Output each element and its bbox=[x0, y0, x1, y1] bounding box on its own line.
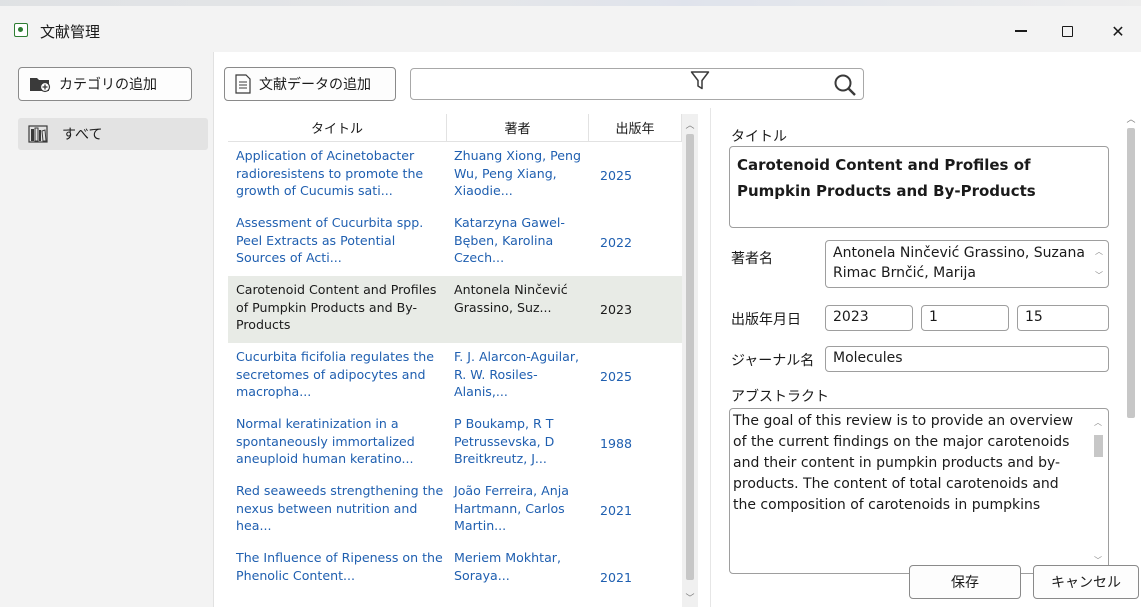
row-year: 2025 bbox=[600, 167, 633, 183]
scrollbar-thumb[interactable] bbox=[1094, 435, 1103, 457]
bookshelf-icon bbox=[28, 125, 48, 143]
author-label: 著者名 bbox=[731, 251, 773, 267]
row-title: Cucurbita ficifolia regulates the secret… bbox=[236, 349, 434, 399]
title-bar: 文献管理 ✕ bbox=[0, 0, 1141, 52]
column-header-year[interactable]: 出版年 bbox=[589, 114, 682, 141]
window-title: 文献管理 bbox=[40, 23, 101, 41]
add-document-button[interactable]: 文献データの追加 bbox=[224, 67, 396, 101]
author-field[interactable]: Antonela Ninčević Grassino, Suzana Rimac… bbox=[825, 240, 1109, 288]
scroll-up-icon[interactable]: ︿ bbox=[1092, 245, 1106, 259]
row-author: Meriem Mokhtar, Soraya... bbox=[454, 550, 561, 583]
save-button[interactable]: 保存 bbox=[909, 565, 1021, 599]
add-category-button[interactable]: カテゴリの追加 bbox=[18, 67, 192, 101]
document-list-pane: 文献データの追加 タイトル 著者 出版年 Application of Acin… bbox=[214, 52, 864, 607]
category-sidebar: カテゴリの追加 すべて bbox=[0, 52, 214, 607]
table-row[interactable]: Red seaweeds strengthening the nexus bet… bbox=[228, 477, 682, 544]
row-year: 2021 bbox=[600, 569, 633, 585]
table-scrollbar[interactable]: ︿ ﹀ bbox=[682, 114, 698, 607]
row-author: Antonela Ninčević Grassino, Suz... bbox=[454, 282, 568, 315]
year-field[interactable]: 2023 bbox=[825, 305, 913, 331]
document-add-icon bbox=[235, 74, 251, 94]
abstract-scrollbar[interactable]: ︿ ﹀ bbox=[1091, 413, 1105, 569]
detail-scrollbar[interactable]: ︿ ﹀ bbox=[1123, 110, 1139, 580]
folder-add-icon bbox=[29, 75, 51, 93]
row-title: Carotenoid Content and Profiles of Pumpk… bbox=[236, 282, 437, 332]
filter-icon[interactable] bbox=[690, 70, 710, 92]
maximize-icon bbox=[1061, 25, 1073, 37]
abstract-value: The goal of this review is to provide an… bbox=[733, 413, 1074, 513]
row-year: 2021 bbox=[600, 502, 633, 518]
table-row[interactable]: Normal keratinization in a spontaneously… bbox=[228, 410, 682, 477]
maximize-button[interactable] bbox=[1044, 14, 1090, 48]
row-author: Katarzyna Gawel-Bęben, Karolina Czech... bbox=[454, 215, 565, 265]
row-title: Normal keratinization in a spontaneously… bbox=[236, 416, 415, 466]
title-field[interactable]: Carotenoid Content and Profiles of Pumpk… bbox=[729, 146, 1109, 228]
date-label: 出版年月日 bbox=[731, 312, 801, 328]
column-header-title[interactable]: タイトル bbox=[228, 114, 447, 141]
table-row-selected[interactable]: Carotenoid Content and Profiles of Pumpk… bbox=[228, 276, 682, 343]
journal-field[interactable]: Molecules bbox=[825, 346, 1109, 372]
row-author: P Boukamp, R T Petrussevska, D Breitkreu… bbox=[454, 416, 555, 466]
table-row[interactable]: Application of Acinetobacter radioresist… bbox=[228, 142, 682, 209]
add-category-label: カテゴリの追加 bbox=[59, 77, 157, 93]
row-year: 2022 bbox=[600, 234, 633, 250]
minimize-button[interactable] bbox=[998, 14, 1044, 48]
add-document-label: 文献データの追加 bbox=[259, 77, 371, 93]
abstract-field[interactable]: The goal of this review is to provide an… bbox=[729, 408, 1109, 574]
author-scrollbar[interactable]: ︿ ﹀ bbox=[1092, 243, 1106, 285]
row-author: João Ferreira, Anja Hartmann, Carlos Mar… bbox=[454, 483, 569, 533]
scroll-down-icon[interactable]: ﹀ bbox=[1092, 269, 1106, 283]
table-header: タイトル 著者 出版年 bbox=[228, 114, 682, 142]
scroll-up-icon[interactable]: ︿ bbox=[1091, 415, 1105, 429]
cancel-button[interactable]: キャンセル bbox=[1033, 565, 1139, 599]
close-icon: ✕ bbox=[1111, 21, 1125, 41]
row-year: 2023 bbox=[600, 301, 633, 317]
title-label: タイトル bbox=[731, 129, 787, 145]
column-header-author[interactable]: 著者 bbox=[447, 114, 589, 141]
category-label: すべて bbox=[62, 127, 103, 143]
day-field[interactable]: 15 bbox=[1017, 305, 1109, 331]
background-strip bbox=[0, 0, 1141, 6]
journal-label: ジャーナル名 bbox=[731, 353, 815, 369]
app-icon bbox=[14, 23, 28, 37]
scrollbar-thumb[interactable] bbox=[1127, 128, 1135, 418]
author-value: Antonela Ninčević Grassino, Suzana Rimac… bbox=[833, 245, 1085, 281]
table-row[interactable]: Assessment of Cucurbita spp. Peel Extrac… bbox=[228, 209, 682, 276]
scrollbar-thumb[interactable] bbox=[686, 134, 694, 580]
month-field[interactable]: 1 bbox=[921, 305, 1009, 331]
scroll-up-icon[interactable]: ︿ bbox=[682, 116, 698, 132]
row-author: Zhuang Xiong, Peng Wu, Peng Xiang, Xiaod… bbox=[454, 148, 581, 198]
document-table: タイトル 著者 出版年 Application of Acinetobacter… bbox=[228, 114, 682, 607]
abstract-label: アブストラクト bbox=[731, 389, 829, 405]
table-row[interactable]: Cucurbita ficifolia regulates the secret… bbox=[228, 343, 682, 410]
category-item-all[interactable]: すべて bbox=[18, 118, 208, 150]
scroll-down-icon[interactable]: ﹀ bbox=[682, 589, 698, 605]
scroll-up-icon[interactable]: ︿ bbox=[1123, 110, 1139, 126]
table-row[interactable]: The Influence of Ripeness on the Phenoli… bbox=[228, 544, 682, 607]
minimize-icon bbox=[1015, 30, 1027, 32]
detail-pane: タイトル Carotenoid Content and Profiles of … bbox=[711, 52, 1141, 607]
row-title: Assessment of Cucurbita spp. Peel Extrac… bbox=[236, 215, 424, 265]
close-button[interactable]: ✕ bbox=[1095, 14, 1141, 48]
row-year: 1988 bbox=[600, 435, 633, 451]
row-author: F. J. Alarcon-Aguilar, R. W. Rosiles-Ala… bbox=[454, 349, 580, 399]
row-title: Red seaweeds strengthening the nexus bet… bbox=[236, 483, 444, 533]
row-title: Application of Acinetobacter radioresist… bbox=[236, 148, 424, 198]
row-year: 2025 bbox=[600, 368, 633, 384]
row-title: The Influence of Ripeness on the Phenoli… bbox=[236, 550, 443, 583]
